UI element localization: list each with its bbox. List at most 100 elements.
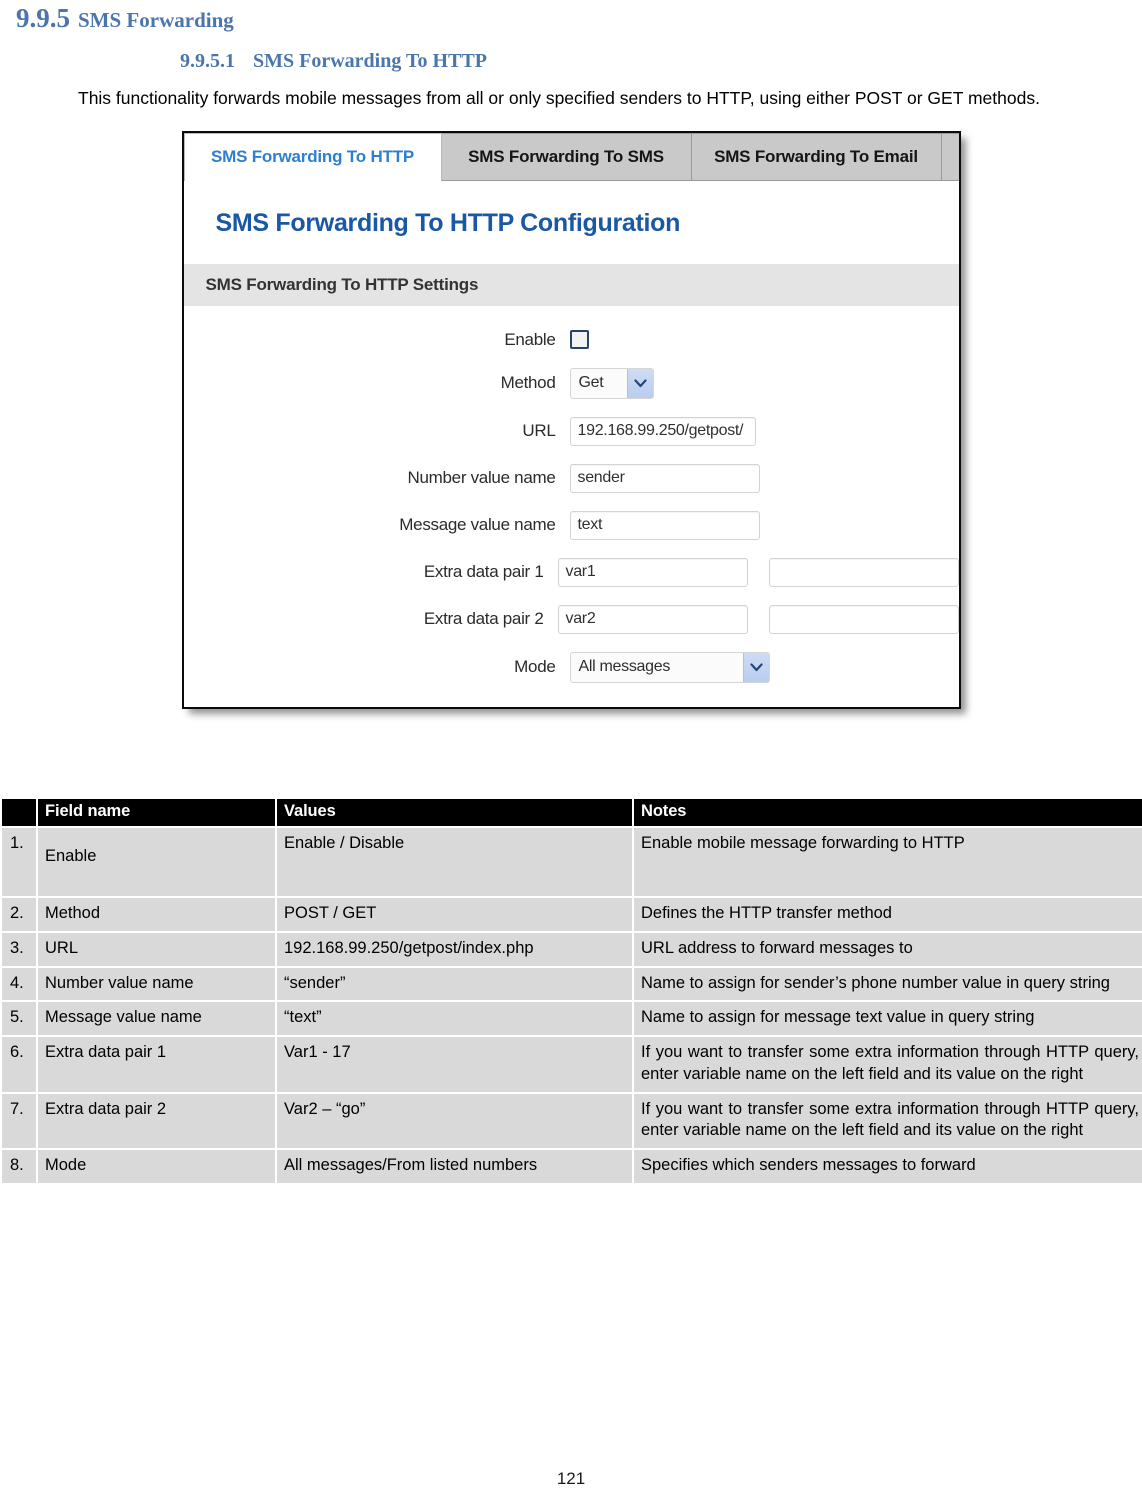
tab-bar: SMS Forwarding To HTTP SMS Forwarding To…: [183, 132, 959, 181]
settings-section-header: SMS Forwarding To HTTP Settings: [183, 263, 959, 306]
method-select[interactable]: Get: [569, 367, 654, 399]
row-values: Var2 – “go”: [277, 1093, 632, 1149]
method-control: Get: [569, 367, 654, 399]
url-label: URL: [522, 421, 556, 441]
intro-paragraph-text: This functionality forwards mobile messa…: [78, 87, 1040, 108]
table-row: 6. Extra data pair 1 Var1 - 17 If you wa…: [2, 1037, 1142, 1092]
mode-select[interactable]: All messages: [569, 651, 770, 683]
extra-data-pair-2-value-input[interactable]: [768, 604, 959, 634]
number-value-name-input[interactable]: sender: [569, 463, 760, 493]
extra-data-pair-1-control: var1: [557, 557, 959, 587]
form-row-enable: Enable: [184, 330, 959, 350]
form-row-number-value-name: Number value name sender: [184, 463, 959, 493]
message-value-name-control: text: [569, 510, 760, 540]
intro-paragraph: This functionality forwards mobile messa…: [8, 86, 1134, 111]
header-index: [2, 798, 36, 826]
table-row: 5. Message value name “text” Name to ass…: [2, 1002, 1142, 1036]
row-field-name: Message value name: [38, 1002, 275, 1036]
table-row: 4. Number value name “sender” Name to as…: [2, 967, 1142, 1001]
enable-label: Enable: [504, 329, 556, 349]
enable-checkbox[interactable]: [569, 330, 589, 350]
table-row: 2. Method POST / GET Defines the HTTP tr…: [2, 897, 1142, 931]
table-row: 1. Enable Enable / Disable Enable mobile…: [2, 827, 1142, 896]
app-screenshot: SMS Forwarding To HTTP SMS Forwarding To…: [181, 130, 961, 709]
row-field-name: Enable: [38, 827, 275, 896]
header-field-name: Field name: [38, 798, 275, 826]
enable-control: [569, 330, 589, 350]
row-index: 7.: [2, 1093, 36, 1149]
row-field-name: URL: [38, 932, 275, 966]
screenshot-container: SMS Forwarding To HTTP SMS Forwarding To…: [8, 130, 1134, 709]
method-label: Method: [500, 373, 556, 393]
settings-form: Enable Method Get URL 192.168.99.250/get…: [184, 306, 959, 683]
row-notes: If you want to transfer some extra infor…: [634, 1093, 1142, 1149]
table-row: 7. Extra data pair 2 Var2 – “go” If you …: [2, 1093, 1142, 1149]
method-select-value: Get: [578, 374, 604, 392]
tab-sms-forwarding-to-http[interactable]: SMS Forwarding To HTTP: [183, 132, 442, 181]
row-index: 4.: [2, 967, 36, 1001]
spec-table-container: Field name Values Notes 1. Enable Enable…: [0, 797, 1142, 1185]
document-body: 9.9.5 SMS Forwarding 9.9.5.1 SMS Forwardin…: [0, 0, 1142, 709]
row-values: Var1 - 17: [277, 1037, 632, 1092]
form-row-method: Method Get: [184, 367, 959, 399]
chevron-down-icon: [742, 652, 769, 682]
extra-data-pair-2-key-input[interactable]: var2: [557, 604, 748, 634]
message-value-name-input[interactable]: text: [569, 510, 760, 540]
section-heading-title: SMS Forwarding: [78, 8, 234, 32]
row-field-name: Mode: [38, 1150, 275, 1183]
row-index: 8.: [2, 1150, 36, 1183]
number-value-name-label: Number value name: [407, 468, 556, 488]
mode-control: All messages: [569, 651, 770, 683]
form-row-extra-data-pair-2: Extra data pair 2 var2: [184, 604, 959, 634]
message-value-name-label: Message value name: [399, 515, 556, 535]
table-body: 1. Enable Enable / Disable Enable mobile…: [2, 827, 1142, 1183]
tab-sms-forwarding-to-sms[interactable]: SMS Forwarding To SMS: [441, 132, 692, 181]
field-spec-table: Field name Values Notes 1. Enable Enable…: [0, 797, 1142, 1185]
extra-data-pair-1-key-input[interactable]: var1: [557, 557, 748, 587]
row-field-name: Method: [38, 897, 275, 931]
row-index: 3.: [2, 932, 36, 966]
row-notes: Defines the HTTP transfer method: [634, 897, 1142, 931]
form-row-mode: Mode All messages: [184, 651, 959, 683]
row-values: “text”: [277, 1002, 632, 1036]
tab-label: SMS Forwarding To SMS: [468, 146, 664, 166]
section-heading-number: 9.9.5: [16, 3, 70, 33]
subsection-heading-number: 9.9.5.1: [180, 49, 235, 72]
row-values: POST / GET: [277, 897, 632, 931]
row-index: 1.: [2, 827, 36, 896]
row-field-name: Extra data pair 2: [38, 1093, 275, 1149]
extra-data-pair-1-label: Extra data pair 1: [423, 562, 544, 582]
config-page-title: SMS Forwarding To HTTP Configuration: [215, 208, 681, 237]
url-control: 192.168.99.250/getpost/: [569, 416, 756, 446]
tab-label: SMS Forwarding To HTTP: [210, 147, 415, 167]
row-index: 5.: [2, 1002, 36, 1036]
header-values: Values: [277, 798, 632, 826]
form-row-message-value-name: Message value name text: [184, 510, 959, 540]
mode-label: Mode: [514, 657, 556, 677]
tab-bar-filler: [941, 132, 959, 181]
row-values: “sender”: [277, 967, 632, 1001]
row-index: 6.: [2, 1037, 36, 1092]
tab-sms-forwarding-to-email[interactable]: SMS Forwarding To Email: [691, 132, 942, 181]
row-notes: Name to assign for message text value in…: [634, 1002, 1142, 1036]
row-values: All messages/From listed numbers: [277, 1150, 632, 1183]
extra-data-pair-1-value-input[interactable]: [768, 557, 959, 587]
subsection-heading: 9.9.5.1 SMS Forwarding To HTTP: [8, 50, 1134, 72]
mode-select-value: All messages: [578, 658, 671, 676]
row-notes: Enable mobile message forwarding to HTTP: [634, 827, 1142, 896]
table-head: Field name Values Notes: [2, 798, 1142, 826]
extra-data-pair-2-control: var2: [557, 604, 959, 634]
row-field-name: Extra data pair 1: [38, 1037, 275, 1092]
row-notes: URL address to forward messages to: [634, 932, 1142, 966]
row-notes: Name to assign for sender’s phone number…: [634, 967, 1142, 1001]
header-notes: Notes: [634, 798, 1142, 826]
table-header-row: Field name Values Notes: [2, 798, 1142, 826]
form-row-extra-data-pair-1: Extra data pair 1 var1: [184, 557, 959, 587]
row-field-name: Number value name: [38, 967, 275, 1001]
section-heading: 9.9.5 SMS Forwarding: [8, 0, 1134, 34]
form-row-url: URL 192.168.99.250/getpost/: [184, 416, 959, 446]
table-row: 8. Mode All messages/From listed numbers…: [2, 1150, 1142, 1183]
row-values: 192.168.99.250/getpost/index.php: [277, 932, 632, 966]
extra-data-pair-2-label: Extra data pair 2: [423, 609, 544, 629]
url-input[interactable]: 192.168.99.250/getpost/: [569, 416, 756, 446]
